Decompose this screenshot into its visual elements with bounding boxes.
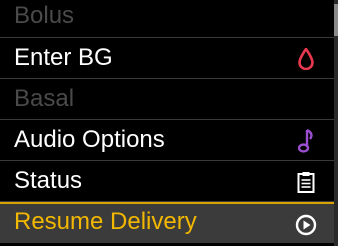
- menu-item-bolus[interactable]: Bolus: [0, 0, 334, 38]
- menu-item-label: Basal: [14, 85, 75, 112]
- music-note-icon: [294, 128, 318, 154]
- menu-item-basal[interactable]: Basal: [0, 79, 334, 120]
- menu-item-label: Enter BG: [14, 44, 113, 71]
- play-circle-icon: [294, 212, 318, 238]
- menu-item-audio-options[interactable]: Audio Options: [0, 120, 334, 161]
- menu-item-label: Status: [14, 167, 83, 194]
- menu-list: Bolus Enter BG Basal Audio Options Statu…: [0, 0, 334, 243]
- menu-item-label: Audio Options: [14, 126, 165, 153]
- menu-item-label: Bolus: [14, 2, 75, 29]
- scrollbar-thumb[interactable]: [334, 4, 338, 36]
- blood-drop-icon: [294, 46, 318, 72]
- scrollbar-track[interactable]: [334, 0, 338, 246]
- menu-item-resume-delivery[interactable]: Resume Delivery: [0, 202, 334, 243]
- menu-item-status[interactable]: Status: [0, 161, 334, 202]
- menu-item-enter-bg[interactable]: Enter BG: [0, 38, 334, 79]
- clipboard-icon: [294, 169, 318, 195]
- pump-menu-screen: Bolus Enter BG Basal Audio Options Statu…: [0, 0, 338, 246]
- menu-item-label: Resume Delivery: [14, 208, 197, 235]
